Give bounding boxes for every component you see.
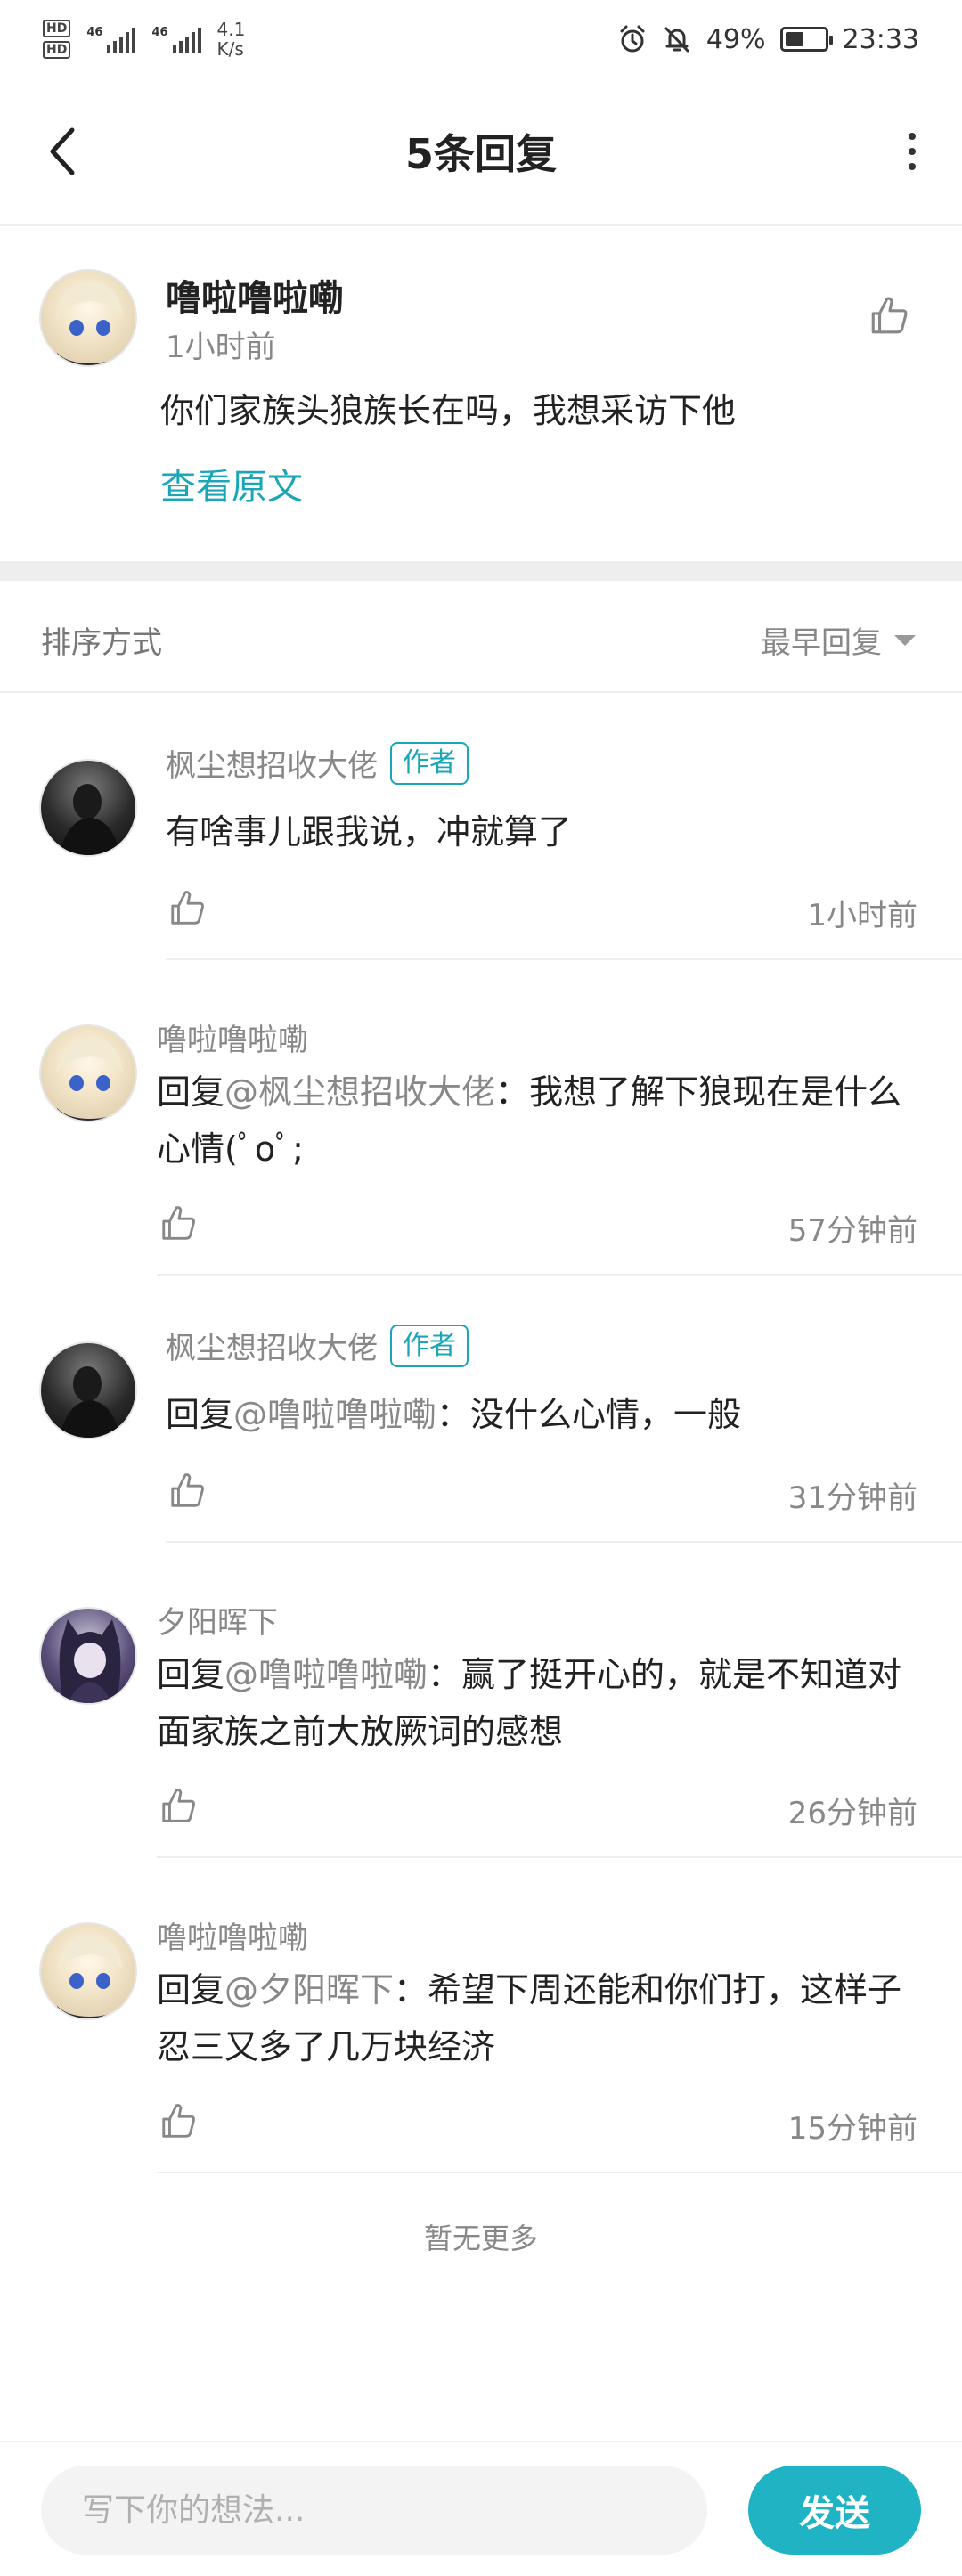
view-original-link[interactable]: 查看原文 <box>160 458 303 509</box>
reply-time: 15分钟前 <box>787 2111 917 2147</box>
reply-text: 回复@噜啦噜啦嘞：赢了挺开心的，就是不知道对面家族之前大放厥词的感想 <box>157 1655 902 1751</box>
reply-author[interactable]: 枫尘想招收大佬 <box>166 741 378 785</box>
thumbs-up-icon[interactable] <box>868 293 912 338</box>
reply-author[interactable]: 噜啦噜啦嘞 <box>157 1913 308 1957</box>
send-button[interactable]: 发送 <box>748 2466 921 2555</box>
author-badge: 作者 <box>390 1324 469 1367</box>
reply-text: 回复@噜啦噜啦嘞：没什么心情，一般 <box>166 1395 742 1434</box>
sort-dropdown[interactable]: 最早回复 <box>761 618 916 662</box>
status-bar: HD HD 46 46 4.1 K/s 49% 23:33 <box>0 0 962 78</box>
hd-badge-2: HD <box>43 41 71 59</box>
reply-time: 57分钟前 <box>787 1213 917 1249</box>
network-speed: 4.1 K/s <box>217 20 246 59</box>
clock: 23:33 <box>842 23 919 55</box>
avatar[interactable] <box>39 1607 137 1705</box>
hd-badge-1: HD <box>43 20 71 37</box>
comment-bar: 发送 <box>0 2441 962 2576</box>
speed-value: 4.1 <box>216 19 246 40</box>
battery-icon <box>779 27 833 52</box>
author-badge: 作者 <box>390 741 469 785</box>
post-text: 你们家族头狼族长在吗，我想采访下他 <box>160 391 737 430</box>
signal-icon: 46 <box>86 26 136 53</box>
divider <box>157 2172 962 2173</box>
sort-selected: 最早回复 <box>761 625 882 661</box>
more-vertical-icon <box>909 133 916 140</box>
avatar[interactable] <box>39 1922 137 2020</box>
reply-time: 31分钟前 <box>787 1480 917 1516</box>
back-button[interactable] <box>36 116 89 187</box>
thumbs-up-icon[interactable] <box>159 2100 200 2141</box>
original-comment: 噜啦噜啦嘞 1小时前 你们家族头狼族长在吗，我想采访下他 查看原文 <box>0 226 962 561</box>
reply-item: 枫尘想招收大佬 作者 回复@噜啦噜啦嘞：没什么心情，一般 31分钟前 <box>0 1276 962 1543</box>
section-divider <box>0 561 962 581</box>
sort-bar: 排序方式 最早回复 <box>0 581 962 693</box>
reply-author[interactable]: 枫尘想招收大佬 <box>166 1324 378 1367</box>
signal-icon-2: 46 <box>151 26 201 53</box>
status-right: 49% 23:33 <box>617 24 919 55</box>
battery-percent: 49% <box>705 23 766 55</box>
comment-input[interactable] <box>41 2466 707 2555</box>
avatar[interactable] <box>39 1024 137 1122</box>
speed-unit: K/s <box>216 38 244 60</box>
status-left: HD HD 46 46 4.1 K/s <box>43 20 245 59</box>
sort-label: 排序方式 <box>41 625 162 661</box>
reply-text: 回复@夕阳晖下：希望下周还能和你们打，这样子忍三又多了几万块经济 <box>157 1970 902 2067</box>
mute-icon <box>664 27 689 53</box>
no-more-label: 暂无更多 <box>423 2221 538 2255</box>
reply-item: 噜啦噜啦嘞 回复@枫尘想招收大佬：我想了解下狼现在是什么心情(ﾟoﾟ; 57分钟… <box>0 960 962 1276</box>
thumbs-up-icon[interactable] <box>167 887 208 928</box>
hd-indicators: HD HD <box>43 20 71 59</box>
more-options-button[interactable] <box>894 116 930 187</box>
reply-author[interactable]: 噜啦噜啦嘞 <box>157 1015 308 1059</box>
post-author[interactable]: 噜啦噜啦嘞 <box>166 269 344 321</box>
reply-time: 1小时前 <box>807 898 917 933</box>
reply-text: 回复@枫尘想招收大佬：我想了解下狼现在是什么心情(ﾟoﾟ; <box>157 1072 902 1169</box>
post-time: 1小时前 <box>166 330 276 365</box>
caret-down-icon <box>894 634 916 646</box>
top-nav-bar: 5条回复 <box>0 78 962 226</box>
thumbs-up-icon[interactable] <box>167 1470 208 1511</box>
thumbs-up-icon[interactable] <box>159 1202 200 1243</box>
page-title: 5条回复 <box>404 130 557 178</box>
reply-author[interactable]: 夕阳晖下 <box>157 1598 278 1642</box>
reply-item: 夕阳晖下 回复@噜啦噜啦嘞：赢了挺开心的，就是不知道对面家族之前大放厥词的感想 … <box>0 1543 962 1858</box>
reply-text: 有啥事儿跟我说，冲就算了 <box>166 812 573 852</box>
chevron-left-icon <box>50 127 75 175</box>
avatar[interactable] <box>39 269 137 367</box>
reply-item: 枫尘想招收大佬 作者 有啥事儿跟我说，冲就算了 1小时前 <box>0 693 962 960</box>
avatar[interactable] <box>39 1341 137 1439</box>
alarm-icon <box>620 25 645 53</box>
thumbs-up-icon[interactable] <box>159 1785 200 1826</box>
reply-item: 噜啦噜啦嘞 回复@夕阳晖下：希望下周还能和你们打，这样子忍三又多了几万块经济 1… <box>0 1858 962 2173</box>
reply-time: 26分钟前 <box>787 1796 917 1831</box>
avatar[interactable] <box>39 759 137 857</box>
